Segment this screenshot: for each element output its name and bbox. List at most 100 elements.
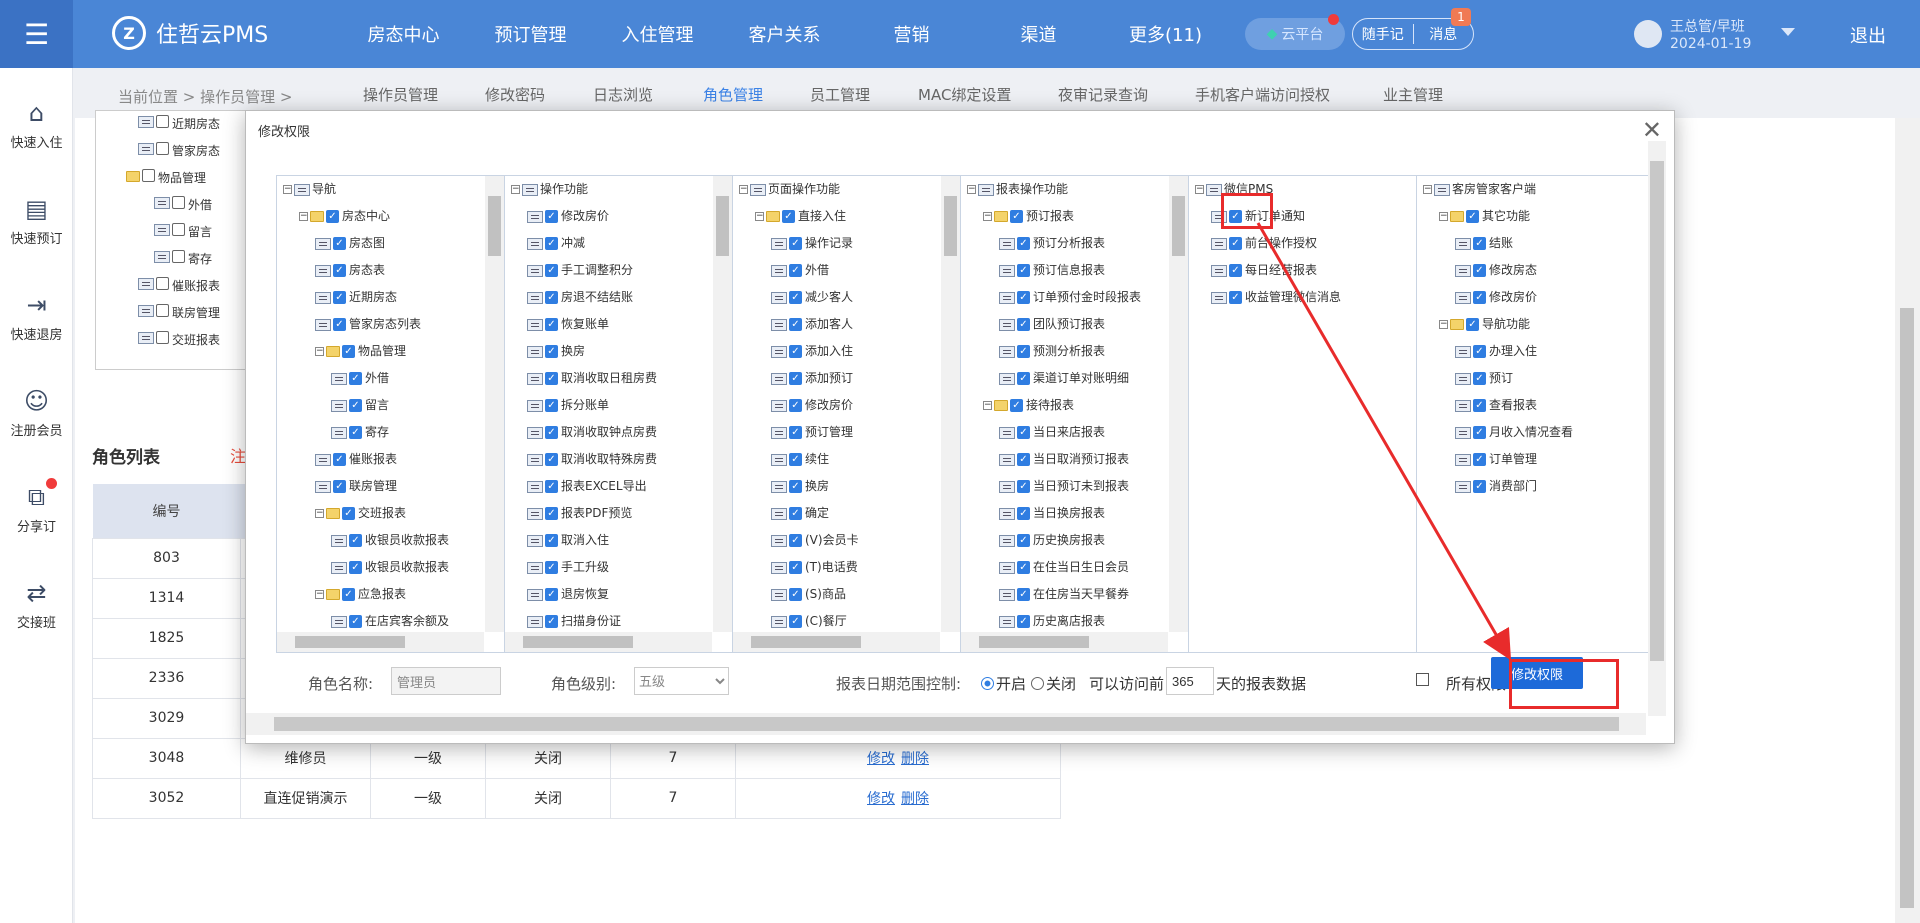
permission-node[interactable]: ✓ 查看报表	[1417, 392, 1645, 419]
edit-link[interactable]: 修改	[867, 791, 895, 807]
permission-node[interactable]: ✓ 退房恢复	[505, 581, 712, 608]
permission-node[interactable]: ✓ 减少客人	[733, 284, 940, 311]
permission-checkbox[interactable]: ✓	[545, 264, 558, 277]
permission-node[interactable]: − 操作功能	[505, 176, 712, 203]
permission-checkbox[interactable]: ✓	[789, 291, 802, 304]
permission-node[interactable]: ✓ 留言	[277, 392, 484, 419]
tab-staff-management[interactable]: 员工管理	[810, 84, 870, 105]
collapse-icon[interactable]: −	[315, 347, 324, 356]
permission-checkbox[interactable]: ✓	[789, 399, 802, 412]
permission-checkbox[interactable]: ✓	[545, 534, 558, 547]
collapse-icon[interactable]: −	[1195, 185, 1204, 194]
permission-checkbox[interactable]: ✓	[789, 318, 802, 331]
permission-node[interactable]: ✓ 管家房态列表	[277, 311, 484, 338]
permission-node[interactable]: ✓ 预订分析报表	[961, 230, 1168, 257]
permission-checkbox[interactable]: ✓	[333, 480, 346, 493]
permission-node[interactable]: ✓ 预订信息报表	[961, 257, 1168, 284]
permission-node[interactable]: ✓ 月收入情况查看	[1417, 419, 1645, 446]
collapse-icon[interactable]: −	[739, 185, 748, 194]
collapse-icon[interactable]: −	[755, 212, 764, 221]
permission-node[interactable]: ✓ 收益管理微信消息	[1189, 284, 1416, 311]
permission-node[interactable]: ✓ 报表EXCEL导出	[505, 473, 712, 500]
access-days-input[interactable]	[1166, 667, 1214, 695]
permission-node[interactable]: ✓ 取消收取日租房费	[505, 365, 712, 392]
permission-checkbox[interactable]: ✓	[1017, 588, 1030, 601]
permission-node[interactable]: ✓ (V)会员卡	[733, 527, 940, 554]
permission-checkbox[interactable]: ✓	[545, 615, 558, 628]
permission-node[interactable]: ✓ 订单管理	[1417, 446, 1645, 473]
permission-checkbox[interactable]: ✓	[1017, 561, 1030, 574]
tree-node[interactable]: 联房管理	[96, 300, 254, 327]
tree-node[interactable]: 物品管理	[96, 165, 254, 192]
permission-checkbox[interactable]: ✓	[545, 210, 558, 223]
permission-checkbox[interactable]: ✓	[333, 453, 346, 466]
tab-owner-management[interactable]: 业主管理	[1383, 84, 1443, 105]
chevron-down-icon[interactable]	[1781, 28, 1795, 36]
sidebar-item-quick-checkout[interactable]: ⇥ 快速退房	[0, 290, 73, 343]
page-scrollbar[interactable]	[1895, 118, 1920, 923]
permission-node[interactable]: ✓ 换房	[505, 338, 712, 365]
pane-scrollbar[interactable]	[1169, 176, 1188, 632]
collapse-icon[interactable]: −	[315, 509, 324, 518]
sidebar-item-quick-booking[interactable]: ▤ 快速预订	[0, 194, 73, 247]
permission-checkbox[interactable]: ✓	[333, 237, 346, 250]
permission-node[interactable]: − ✓ 接待报表	[961, 392, 1168, 419]
permission-checkbox[interactable]: ✓	[1017, 480, 1030, 493]
permission-node[interactable]: ✓ 当日预订未到报表	[961, 473, 1168, 500]
permission-node[interactable]: ✓ 渠道订单对账明细	[961, 365, 1168, 392]
permission-checkbox[interactable]: ✓	[1229, 291, 1242, 304]
page-scrollbar-thumb[interactable]	[1900, 308, 1914, 908]
collapse-icon[interactable]: −	[1423, 185, 1432, 194]
permission-checkbox[interactable]: ✓	[789, 453, 802, 466]
permission-node[interactable]: ✓ 修改房价	[505, 203, 712, 230]
permission-checkbox[interactable]: ✓	[1017, 507, 1030, 520]
permission-checkbox[interactable]: ✓	[349, 372, 362, 385]
tab-role-management[interactable]: 角色管理	[703, 84, 763, 105]
permission-node[interactable]: − ✓ 直接入住	[733, 203, 940, 230]
permission-checkbox[interactable]: ✓	[342, 588, 355, 601]
permission-node[interactable]: − ✓ 应急报表	[277, 581, 484, 608]
permission-node[interactable]: ✓ 近期房态	[277, 284, 484, 311]
permission-checkbox[interactable]: ✓	[789, 345, 802, 358]
permission-node[interactable]: ✓ 修改房态	[1417, 257, 1645, 284]
permission-node[interactable]: ✓ 前台操作授权	[1189, 230, 1416, 257]
permission-node[interactable]: ✓ 结账	[1417, 230, 1645, 257]
sidebar-item-register-member[interactable]: ☺ 注册会员	[0, 386, 73, 439]
permission-checkbox[interactable]: ✓	[333, 291, 346, 304]
tree-node[interactable]: 留言	[96, 219, 254, 246]
tree-node[interactable]: 催账报表	[96, 273, 254, 300]
permission-node[interactable]: ✓ 催账报表	[277, 446, 484, 473]
pane-scrollbar[interactable]	[485, 176, 504, 632]
permission-node[interactable]: ✓ 换房	[733, 473, 940, 500]
pane-hscrollbar[interactable]	[277, 632, 484, 652]
collapse-icon[interactable]: −	[983, 401, 992, 410]
permission-node[interactable]: − 报表操作功能	[961, 176, 1168, 203]
permission-checkbox[interactable]: ✓	[333, 264, 346, 277]
permission-checkbox[interactable]: ✓	[545, 399, 558, 412]
permission-checkbox[interactable]: ✓	[349, 615, 362, 628]
collapse-icon[interactable]: −	[511, 185, 520, 194]
permission-checkbox[interactable]: ✓	[326, 210, 339, 223]
permission-node[interactable]: ✓ 收银员收款报表	[277, 527, 484, 554]
permission-node[interactable]: − ✓ 交班报表	[277, 500, 484, 527]
permission-node[interactable]: ✓ 历史离店报表	[961, 608, 1168, 632]
permission-checkbox[interactable]: ✓	[349, 426, 362, 439]
permission-checkbox[interactable]: ✓	[1466, 318, 1479, 331]
permission-node[interactable]: − 页面操作功能	[733, 176, 940, 203]
permission-node[interactable]: ✓ 订单预付金时段报表	[961, 284, 1168, 311]
permission-node[interactable]: − 导航	[277, 176, 484, 203]
permission-node[interactable]: ✓ 拆分账单	[505, 392, 712, 419]
permission-node[interactable]: ✓ 办理入住	[1417, 338, 1645, 365]
nav-checkin[interactable]: 入住管理	[594, 0, 721, 68]
permission-node[interactable]: ✓ 确定	[733, 500, 940, 527]
permission-checkbox[interactable]: ✓	[1466, 210, 1479, 223]
permission-checkbox[interactable]: ✓	[1473, 237, 1486, 250]
permission-checkbox[interactable]: ✓	[342, 345, 355, 358]
permission-node[interactable]: − ✓ 导航功能	[1417, 311, 1645, 338]
menu-toggle-icon[interactable]: ☰	[0, 0, 73, 68]
tab-change-password[interactable]: 修改密码	[485, 84, 545, 105]
permission-node[interactable]: ✓ 收银员收款报表	[277, 554, 484, 581]
permission-checkbox[interactable]: ✓	[1017, 291, 1030, 304]
permission-node[interactable]: ✓ 操作记录	[733, 230, 940, 257]
permission-checkbox[interactable]: ✓	[1017, 345, 1030, 358]
